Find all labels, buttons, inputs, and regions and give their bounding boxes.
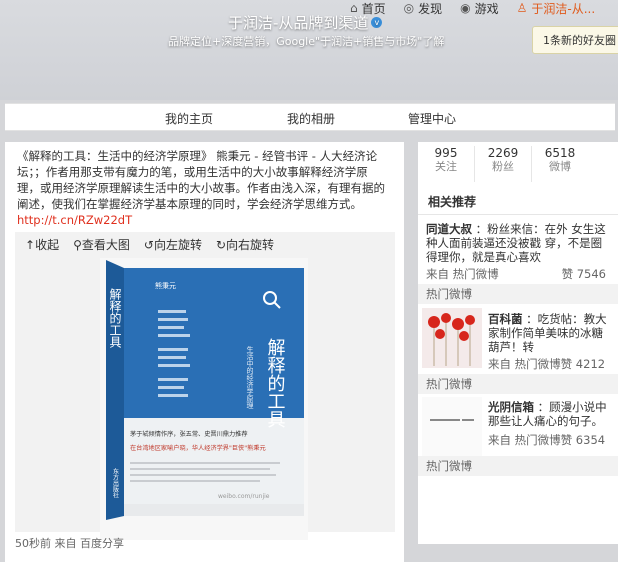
discover-icon: ◎: [403, 1, 415, 15]
stats-row: 995 关注 2269 粉丝 6518 微博: [418, 146, 618, 182]
profile-description: 品牌定位+深度营销，Google"于润洁+销售与市场"了解: [168, 35, 445, 48]
post-link[interactable]: http://t.cn/RZw22dT: [17, 213, 132, 227]
recommend-item-from: 来自 热门微博: [426, 267, 499, 281]
stat-following[interactable]: 995 关注: [418, 146, 475, 182]
collapse-button[interactable]: ↑收起: [25, 236, 59, 253]
candied-haws-thumbnail[interactable]: [422, 308, 482, 368]
image-watermark: weibo.com/runjie: [218, 493, 270, 500]
recommend-item-source: 来自 热门微博 赞 7546: [426, 266, 612, 282]
nav-user[interactable]: ♙ 于润洁-从...: [517, 0, 596, 16]
stat-weibo-label: 微博: [549, 160, 571, 173]
recommend-item-from: 来自 热门微博: [488, 357, 561, 371]
book-spine-publisher: 东方出版社: [112, 467, 119, 499]
recommend-item-text: 光阴信箱 ：顾漫小说中那些让人痛心的句子。: [488, 400, 612, 428]
nav-games-label: 游戏: [474, 1, 499, 16]
book-subtitle: 生活中的经济学原理: [246, 345, 254, 409]
recommend-title: 相关推荐: [428, 195, 477, 209]
nav-games[interactable]: ◉ 游戏: [460, 0, 499, 16]
recommend-item-likes: 赞 6354: [560, 433, 606, 447]
stat-following-num: 995: [434, 146, 458, 160]
post-meta: 50秒前 来自 百度分享: [15, 537, 124, 550]
top-nav: ⌂ 首页 ◎ 发现 ◉ 游戏 ♙ 于润洁-从...: [350, 0, 595, 16]
user-icon: ♙: [516, 1, 528, 15]
collapse-label: 收起: [35, 238, 60, 252]
recommend-item-source: 来自 热门微博赞 4212: [488, 356, 612, 372]
viewer-toolbar: ↑收起 ⚲查看大图 ↺向左旋转 ↻向右旋转: [25, 236, 274, 253]
recommend-item-name[interactable]: 百科菌: [488, 312, 523, 326]
rotate-left-icon: ↺: [143, 238, 154, 252]
recommend-item-name[interactable]: 同道大叔: [426, 222, 472, 236]
tab-home[interactable]: 我的主页: [165, 110, 213, 127]
profile-name-text: 于润洁-从品牌到渠道: [228, 14, 369, 32]
profile-tabs: 我的主页 我的相册 管理中心: [5, 103, 615, 131]
recommend-item[interactable]: 同道大叔 ：粉丝来信：在外 女生这种人面前装逼还没被戳 穿，不是圈得理你，就是真…: [426, 222, 612, 282]
post-image[interactable]: 解释的工具 生活中的经济学原理 熊秉元 解释的工具 东方出版社 茅于轼倾情作序，…: [100, 258, 308, 540]
recommend-item-text: 同道大叔 ：粉丝来信：在外 女生这种人面前装逼还没被戳 穿，不是圈得理你，就是真…: [426, 222, 612, 264]
collapse-icon: ↑: [25, 238, 36, 252]
stat-following-label: 关注: [435, 160, 457, 173]
book-promo-1: 茅于轼倾情作序，张五常、史晋川鼎力推荐: [130, 430, 248, 438]
sidebar: 995 关注 2269 粉丝 6518 微博 相关推荐 同道大叔 ：粉丝来信：在…: [418, 142, 618, 544]
verified-icon: v: [371, 17, 383, 28]
nav-discover-label: 发现: [418, 1, 443, 16]
view-large-label: 查看大图: [81, 238, 130, 252]
book-spine-title: 解释的工具: [108, 288, 122, 348]
feed-post: 《解释的工具：生活中的经济学原理》 熊秉元 - 经管书评 - 人大经济论坛；；作…: [5, 142, 404, 562]
book-author: 熊秉元: [155, 281, 176, 290]
stat-followers-num: 2269: [487, 146, 519, 160]
book-promo-2: 在台湾地区家喻户晓，华人经济学界"巨侠"熊秉元: [130, 444, 266, 452]
book-cover-svg: 解释的工具 生活中的经济学原理 熊秉元 解释的工具 东方出版社 茅于轼倾情作序，…: [100, 258, 308, 540]
letter-thumbnail[interactable]: [422, 397, 482, 457]
recommend-item[interactable]: 光阴信箱 ：顾漫小说中那些让人痛心的句子。 来自 热门微博赞 6354: [488, 400, 612, 448]
stat-followers[interactable]: 2269 粉丝: [475, 146, 532, 182]
divider: [418, 214, 618, 215]
stat-followers-label: 粉丝: [492, 160, 514, 173]
image-viewer: ↑收起 ⚲查看大图 ↺向左旋转 ↻向右旋转 解释的工具 生活中的经济学原理 熊秉…: [15, 232, 395, 540]
rotate-right-label: 向右旋转: [226, 238, 275, 252]
profile-name: 于润洁-从品牌到渠道 v: [228, 12, 383, 33]
nav-user-label: 于润洁-从...: [531, 1, 596, 16]
book-title: 解释的工具: [265, 338, 286, 428]
tab-manage[interactable]: 管理中心: [408, 110, 456, 127]
recommend-item-name[interactable]: 光阴信箱: [488, 400, 534, 414]
rotate-right-icon: ↻: [215, 238, 227, 252]
post-body: 《解释的工具：生活中的经济学原理》 熊秉元 - 经管书评 - 人大经济论坛；；作…: [17, 149, 385, 211]
recommend-item-likes: 赞 4212: [560, 357, 606, 371]
recommend-item-from: 来自 热门微博: [488, 433, 561, 447]
post-text: 《解释的工具：生活中的经济学原理》 熊秉元 - 经管书评 - 人大经济论坛；；作…: [17, 148, 387, 228]
view-large-button[interactable]: ⚲查看大图: [73, 236, 130, 253]
stat-weibo[interactable]: 6518 微博: [532, 146, 588, 182]
nav-discover[interactable]: ◎ 发现: [404, 0, 443, 16]
games-icon: ◉: [460, 1, 471, 15]
recommend-item-footer[interactable]: 热门微博: [418, 374, 618, 394]
rotate-left-button[interactable]: ↺向左旋转: [144, 236, 202, 253]
stat-weibo-num: 6518: [544, 146, 576, 160]
tab-album[interactable]: 我的相册: [287, 110, 335, 127]
recommend-item-text: 百科菌 ：吃货帖：教大家制作简单美味的冰糖葫芦！转: [488, 312, 612, 354]
rotate-left-label: 向左旋转: [153, 238, 202, 252]
recommend-item-likes: 赞 7546: [561, 267, 606, 281]
recommend-item-source: 来自 热门微博赞 6354: [488, 432, 612, 448]
recommend-item-footer[interactable]: 热门微博: [418, 456, 618, 476]
recommend-item[interactable]: 百科菌 ：吃货帖：教大家制作简单美味的冰糖葫芦！转 来自 热门微博赞 4212: [488, 312, 612, 372]
zoom-icon: ⚲: [73, 238, 82, 252]
recommend-item-footer[interactable]: 热门微博: [418, 284, 618, 304]
notification-bubble[interactable]: 1条新的好友圈: [532, 26, 618, 54]
rotate-right-button[interactable]: ↻向右旋转: [216, 236, 274, 253]
